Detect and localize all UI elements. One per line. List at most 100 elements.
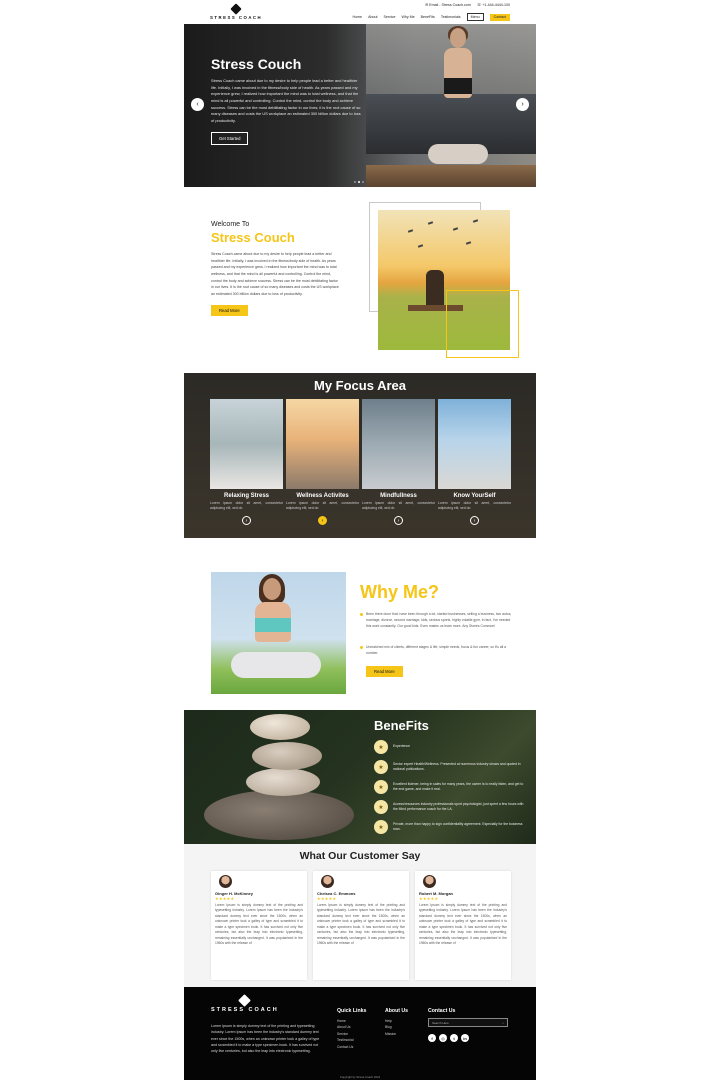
- get-started-button[interactable]: Get Started: [211, 132, 249, 146]
- chevron-right-icon[interactable]: ›: [242, 516, 251, 526]
- nav-benefits[interactable]: BeneFits: [421, 15, 435, 19]
- footer-link-contact[interactable]: Contact Us: [337, 1044, 366, 1050]
- linkedin-icon[interactable]: in: [461, 1034, 469, 1042]
- welcome-section: Welcome To Stress Couch Stress Coach cam…: [184, 187, 536, 373]
- testimonial-card: Ginger H. McKinney ★★★★★ Lorem Ipsum is …: [211, 871, 307, 980]
- benefit-item: ★ Experience: [374, 740, 526, 754]
- menu-button[interactable]: Menu: [466, 13, 484, 21]
- phone-text: +1-444-4444-100: [482, 3, 510, 7]
- welcome-description: Stress Coach came about due to my desire…: [211, 252, 339, 296]
- chevron-left-icon[interactable]: ‹: [191, 98, 204, 111]
- footer-about-links: About Us Help Blog Mission: [385, 1008, 408, 1037]
- why-me-title: Why Me?: [360, 582, 439, 602]
- chevron-right-icon[interactable]: ›: [318, 516, 327, 526]
- benefit-item: ★ Sector expert Health/Wellness. Present…: [374, 760, 526, 774]
- focus-card-description: Lorem ipsum dolor sit amet, consectetur …: [210, 501, 283, 511]
- footer-about-text: Lorem Ipsum is simply dummy text of the …: [211, 1024, 320, 1054]
- stone-stack-image: [204, 790, 354, 840]
- hero-description: Stress Coach came about due to my desire…: [211, 78, 361, 123]
- footer-search-input[interactable]: Search Here ⌕: [428, 1018, 508, 1027]
- twitter-icon[interactable]: t: [450, 1034, 458, 1042]
- contact-button[interactable]: Contact: [489, 13, 510, 21]
- focus-area-section: My Focus Area Relaxing Stress Lorem ipsu…: [184, 373, 536, 538]
- chevron-right-icon[interactable]: ›: [394, 516, 403, 526]
- benefit-text: Access/resources industry professionals …: [393, 801, 524, 811]
- why-me-point: Been there done that: have been through …: [360, 612, 512, 629]
- focus-card-image: [286, 399, 359, 489]
- rating-stars-icon: ★★★★★: [317, 896, 337, 901]
- testimonial-text: Lorem Ipsum is simply dummy text of the …: [317, 903, 405, 946]
- hero-title: Stress Couch: [211, 56, 302, 72]
- focus-card-image: [362, 399, 435, 489]
- testimonials-title: What Our Customer Say: [299, 850, 421, 862]
- contact-us-title: Contact Us: [428, 1008, 456, 1014]
- decorative-frame-accent: [446, 290, 519, 358]
- focus-cards: Relaxing Stress Lorem ipsum dolor sit am…: [210, 399, 511, 526]
- nav-why-me[interactable]: Why Me: [401, 15, 414, 19]
- testimonial-card: Robert M. Morgan ★★★★★ Lorem Ipsum is si…: [415, 871, 511, 980]
- welcome-read-more-button[interactable]: Read More: [211, 305, 248, 317]
- benefits-title: BeneFits: [374, 718, 429, 733]
- rating-stars-icon: ★★★★★: [419, 896, 439, 901]
- nav-home[interactable]: Home: [352, 15, 362, 19]
- focus-card-image: [210, 399, 283, 489]
- instagram-icon[interactable]: ◎: [439, 1034, 447, 1042]
- phone-info[interactable]: ☏ +1-444-4444-100: [477, 3, 510, 7]
- testimonials-section: What Our Customer Say Ginger H. McKinney…: [184, 844, 536, 987]
- search-icon[interactable]: ⌕: [502, 1021, 504, 1025]
- focus-card[interactable]: Wellness Activites Lorem ipsum dolor sit…: [286, 399, 359, 526]
- top-contact-info: ✉ Email - Stress Coach.com ☏ +1-444-4444…: [425, 3, 510, 7]
- email-info[interactable]: ✉ Email - Stress Coach.com: [425, 3, 471, 7]
- chevron-right-icon[interactable]: ›: [470, 516, 479, 526]
- focus-card[interactable]: Know YourSelf Lorem ipsum dolor sit amet…: [438, 399, 511, 526]
- focus-card-title: Wellness Activites: [296, 493, 349, 499]
- about-us-title: About Us: [385, 1008, 409, 1014]
- slider-dots[interactable]: [354, 181, 364, 183]
- benefits-section: BeneFits ★ Experience ★ Sector expert He…: [184, 710, 536, 844]
- star-badge-icon: ★: [374, 820, 388, 834]
- benefit-item: ★ Access/resources industry professional…: [374, 800, 526, 814]
- focus-card-description: Lorem ipsum dolor sit amet, consectetur …: [438, 501, 511, 511]
- focus-card-description: Lorem ipsum dolor sit amet, consectetur …: [362, 501, 435, 511]
- logo-mark-icon: [230, 2, 242, 15]
- focus-card[interactable]: Mindfullness Lorem ipsum dolor sit amet,…: [362, 399, 435, 526]
- hero-deck: [366, 165, 536, 187]
- avatar: [423, 875, 436, 888]
- welcome-content: Welcome To Stress Couch Stress Coach cam…: [211, 221, 339, 317]
- nav-testimonials[interactable]: Testimonials: [441, 15, 461, 19]
- copyright-text: Copyright by Stress Coach 2022: [339, 1075, 381, 1079]
- hero-yoga-woman-image: [428, 26, 488, 168]
- nav-service[interactable]: Service: [383, 15, 395, 19]
- facebook-icon[interactable]: f: [428, 1034, 436, 1042]
- hero-slider: Stress Couch Stress Coach came about due…: [184, 24, 536, 187]
- focus-card-title: Mindfullness: [380, 493, 417, 499]
- search-placeholder: Search Here: [432, 1020, 449, 1025]
- page: STRESS COACH ✉ Email - Stress Coach.com …: [184, 0, 536, 1080]
- star-badge-icon: ★: [374, 780, 388, 794]
- avatar: [219, 875, 232, 888]
- welcome-subtitle: Welcome To: [211, 221, 250, 228]
- chevron-right-icon[interactable]: ›: [516, 98, 529, 111]
- quick-links-title: Quick Links: [337, 1008, 367, 1014]
- focus-title: My Focus Area: [314, 378, 406, 393]
- footer-contact: Contact Us Search Here ⌕ f ◎ t in: [428, 1008, 508, 1042]
- benefit-text: Experience: [393, 744, 410, 749]
- brand-name: STRESS COACH: [210, 14, 263, 20]
- footer-link-mission[interactable]: Mission: [385, 1031, 408, 1037]
- nav-about[interactable]: About: [368, 15, 377, 19]
- why-me-section: Why Me? Been there done that: have been …: [184, 538, 536, 710]
- social-links: f ◎ t in: [428, 1034, 508, 1042]
- focus-card-image: [438, 399, 511, 489]
- brand-logo[interactable]: STRESS COACH: [210, 2, 263, 20]
- site-header: STRESS COACH ✉ Email - Stress Coach.com …: [184, 0, 536, 24]
- testimonial-card: Chelsea C. Emmons ★★★★★ Lorem Ipsum is s…: [313, 871, 409, 980]
- focus-card[interactable]: Relaxing Stress Lorem ipsum dolor sit am…: [210, 399, 283, 526]
- why-me-read-more-button[interactable]: Read More: [366, 666, 403, 677]
- footer-quick-links: Quick Links Home About Us Service Testim…: [337, 1008, 366, 1050]
- rating-stars-icon: ★★★★★: [215, 896, 235, 901]
- testimonial-text: Lorem Ipsum is simply dummy text of the …: [215, 903, 303, 946]
- testimonial-cards: Ginger H. McKinney ★★★★★ Lorem Ipsum is …: [211, 871, 511, 980]
- hero-content: Stress Couch Stress Coach came about due…: [211, 56, 361, 146]
- footer-logo[interactable]: STRESS COACH: [211, 994, 279, 1013]
- star-badge-icon: ★: [374, 800, 388, 814]
